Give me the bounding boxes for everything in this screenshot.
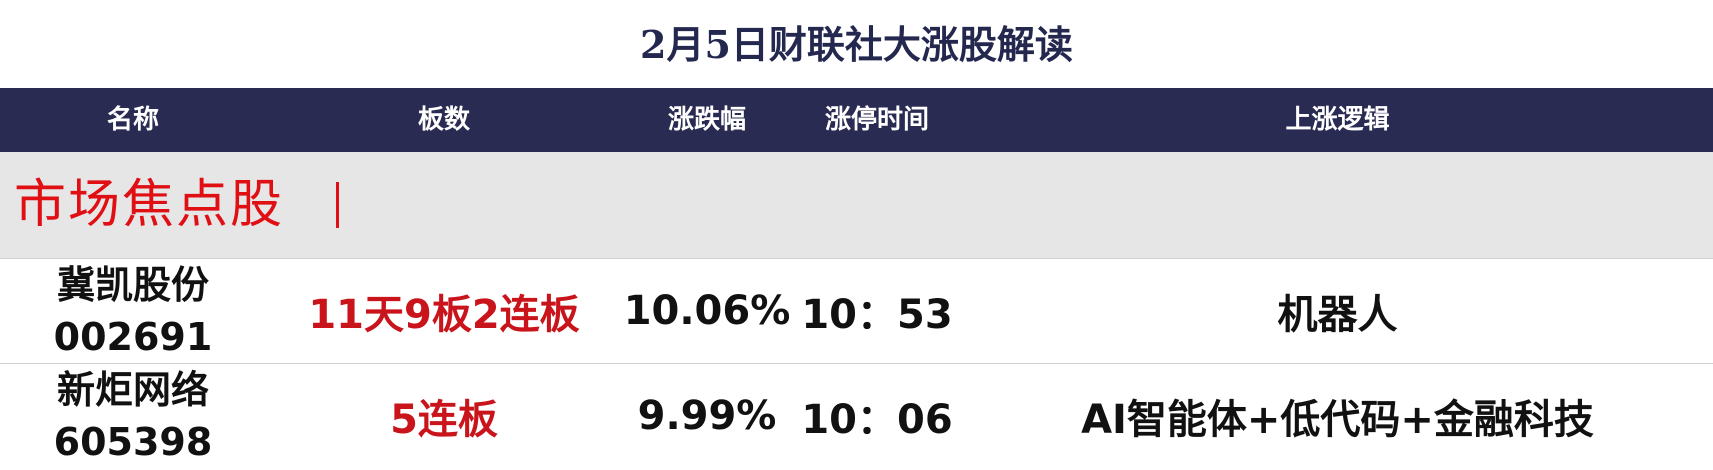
- limit-up-time: 10：53: [801, 292, 953, 338]
- stock-name-cell: 冀凯股份 002691: [0, 259, 266, 363]
- stock-code: 002691: [53, 315, 213, 359]
- stock-code: 605398: [53, 420, 213, 464]
- rise-logic: 机器人: [1277, 292, 1398, 338]
- header-limit-time: 涨停时间: [824, 105, 929, 135]
- change-percent: 9.99%: [637, 393, 777, 439]
- board-count: 5连板: [390, 397, 498, 443]
- change-percent: 10.06%: [623, 288, 791, 334]
- table-row: 冀凯股份 002691 11天9板2连板 10.06% 10：53 机器人: [0, 259, 1713, 364]
- page-title: 2月5日财联社大涨股解读: [640, 22, 1073, 67]
- table-header: 名称 板数 涨跌幅 涨停时间 上涨逻辑: [0, 88, 1713, 152]
- limit-up-time: 10：06: [801, 397, 953, 443]
- section-banner: 市场焦点股: [0, 152, 1713, 259]
- header-logic: 上涨逻辑: [1285, 105, 1390, 135]
- rise-logic: AI智能体+低代码+金融科技: [1081, 397, 1594, 443]
- stock-name: 冀凯股份: [56, 263, 209, 307]
- stock-name: 新炬网络: [56, 368, 209, 412]
- header-boards: 板数: [417, 105, 470, 135]
- section-label: 市场焦点股: [14, 175, 285, 235]
- section-divider-bar: [336, 182, 339, 228]
- stock-name-cell: 新炬网络 605398: [0, 364, 266, 468]
- header-name: 名称: [106, 105, 159, 135]
- header-change: 涨跌幅: [667, 105, 746, 135]
- board-count: 11天9板2连板: [308, 292, 580, 338]
- table-row: 新炬网络 605398 5连板 9.99% 10：06 AI智能体+低代码+金融…: [0, 364, 1713, 468]
